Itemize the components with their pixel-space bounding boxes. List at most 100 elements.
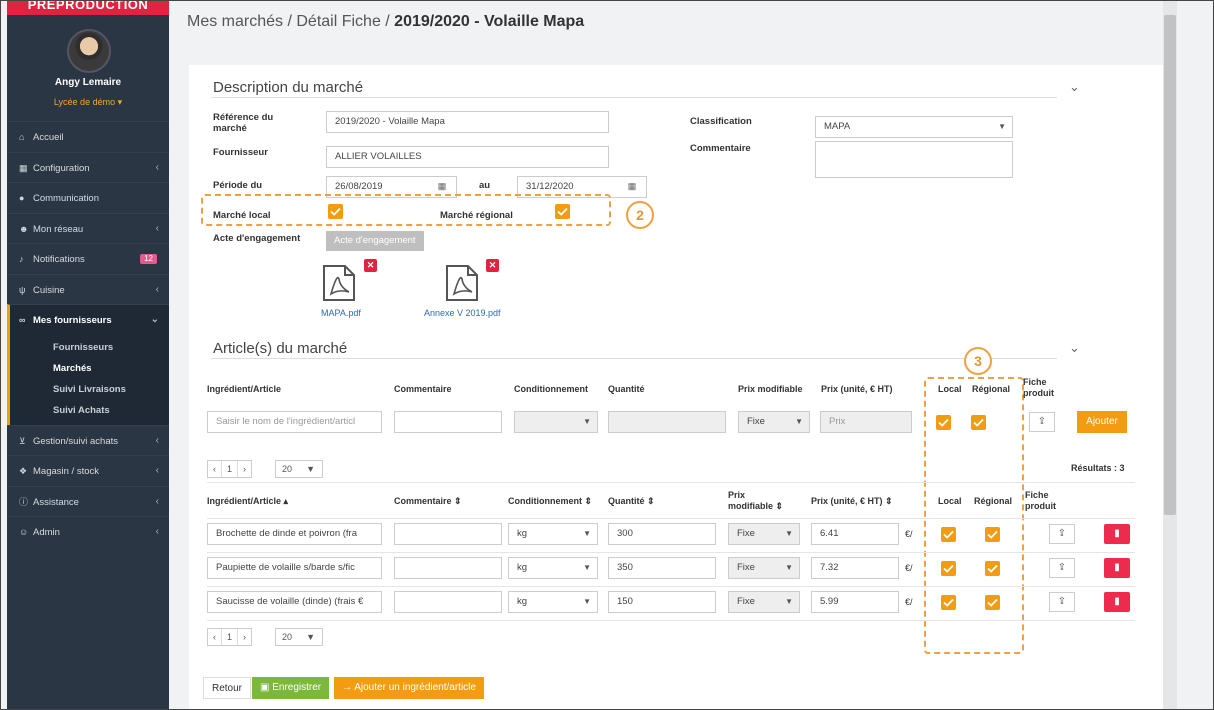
- row-local-checkbox[interactable]: [941, 527, 956, 542]
- upload-icon[interactable]: ⇪: [1029, 412, 1055, 432]
- save-button[interactable]: ▣ Enregistrer: [252, 677, 330, 699]
- pdf-file-name[interactable]: Annexe V 2019.pdf: [424, 308, 501, 318]
- school-dropdown[interactable]: Lycée de démo ▾: [7, 97, 169, 108]
- row-regional-checkbox[interactable]: [985, 527, 1000, 542]
- row-local-checkbox[interactable]: [941, 595, 956, 610]
- calendar-icon[interactable]: ▦: [619, 176, 645, 198]
- row-packaging-select[interactable]: kg ▼: [508, 591, 598, 613]
- sidebar-subitem-suivi-livraisons[interactable]: Suivi Livraisons: [10, 379, 169, 400]
- sidebar-item-configuration[interactable]: ▦ Configuration ‹: [7, 151, 169, 183]
- chevron-down-icon[interactable]: ⌄: [1069, 79, 1080, 95]
- sidebar-item-mon-r-seau[interactable]: ☻ Mon réseau ‹: [7, 212, 169, 244]
- breadcrumb-path[interactable]: Mes marchés / Détail Fiche /: [187, 13, 394, 30]
- bank-icon: ▦: [19, 162, 28, 173]
- engagement-button[interactable]: Acte d'engagement: [326, 231, 424, 251]
- row-packaging-select[interactable]: kg ▼: [508, 557, 598, 579]
- sidebar-subitem-fournisseurs[interactable]: Fournisseurs: [10, 337, 169, 358]
- new-price-mode-select[interactable]: Fixe ▼: [738, 411, 810, 433]
- row-comment-input[interactable]: [394, 557, 502, 579]
- upload-icon[interactable]: ⇪: [1049, 524, 1075, 544]
- comment-textarea[interactable]: [815, 141, 1013, 178]
- upload-icon[interactable]: ⇪: [1049, 558, 1075, 578]
- sidebar-item-notifications[interactable]: ♪ Notifications 12: [7, 243, 169, 274]
- new-local-checkbox[interactable]: [936, 415, 951, 430]
- row-packaging-select[interactable]: kg ▼: [508, 523, 598, 545]
- page-number[interactable]: 1: [222, 461, 239, 477]
- th-price-modifiable-2[interactable]: modifiable ⇕: [728, 501, 783, 512]
- pdf-file-icon[interactable]: [321, 265, 357, 301]
- row-ingredient-input[interactable]: Paupiette de volaille s/barde s/fic: [207, 557, 382, 579]
- user-name[interactable]: Angy Lemaire: [7, 77, 169, 88]
- classification-label: Classification: [690, 116, 752, 127]
- th-ingredient[interactable]: Ingrédient/Article ▴: [207, 496, 288, 507]
- th-quantity[interactable]: Quantité ⇕: [608, 496, 655, 507]
- pdf-file-name[interactable]: MAPA.pdf: [321, 308, 361, 318]
- prev-page-button[interactable]: ‹: [208, 629, 222, 645]
- chevron-down-icon[interactable]: ⌄: [1069, 340, 1080, 356]
- sidebar-item-communication[interactable]: ● Communication: [7, 182, 169, 213]
- row-regional-checkbox[interactable]: [985, 595, 1000, 610]
- row-ingredient-input[interactable]: Brochette de dinde et poivron (fra: [207, 523, 382, 545]
- row-quantity-input[interactable]: 350: [608, 557, 716, 579]
- sidebar-subitem-march-s[interactable]: Marchés: [10, 358, 169, 379]
- new-price-input[interactable]: Prix: [820, 411, 912, 433]
- back-button[interactable]: Retour: [203, 677, 252, 699]
- add-article-button[interactable]: → Ajouter un ingrédient/article: [334, 677, 484, 699]
- row-ingredient-input[interactable]: Saucisse de volaille (dinde) (frais €: [207, 591, 382, 613]
- pagination[interactable]: ‹ 1 ›: [207, 460, 253, 478]
- add-button[interactable]: Ajouter: [1077, 411, 1127, 433]
- sidebar-item-gestion-suivi-achats[interactable]: ⊻ Gestion/suivi achats ‹: [7, 424, 169, 456]
- new-packaging-select[interactable]: ▼: [514, 411, 598, 433]
- per-page-select[interactable]: 20 ▼: [275, 460, 323, 478]
- pagination[interactable]: ‹ 1 ›: [207, 628, 253, 646]
- delete-file-icon[interactable]: ✕: [486, 259, 499, 272]
- sidebar-subitem-suivi-achats[interactable]: Suivi Achats: [10, 400, 169, 421]
- sidebar-item-magasin-stock[interactable]: ❖ Magasin / stock ‹: [7, 455, 169, 486]
- upload-icon[interactable]: ⇪: [1049, 592, 1075, 612]
- sidebar-item-admin[interactable]: ☺ Admin ‹: [7, 516, 169, 547]
- next-page-button[interactable]: ›: [238, 629, 251, 645]
- trash-icon[interactable]: ▮: [1104, 524, 1130, 544]
- new-comment-input[interactable]: [394, 411, 502, 433]
- trash-icon[interactable]: ▮: [1104, 558, 1130, 578]
- th-price-modifiable-1[interactable]: Prix: [728, 490, 745, 501]
- row-local-checkbox[interactable]: [941, 561, 956, 576]
- sidebar-item-assistance[interactable]: ⓘ Assistance ‹: [7, 485, 169, 517]
- th-packaging[interactable]: Conditionnement ⇕: [508, 496, 592, 507]
- row-comment-input[interactable]: [394, 523, 502, 545]
- results-count: Résultats : 3: [1071, 463, 1125, 473]
- th-comment[interactable]: Commentaire ⇕: [394, 496, 462, 507]
- classification-select[interactable]: MAPA ▼: [815, 116, 1013, 138]
- row-regional-checkbox[interactable]: [985, 561, 1000, 576]
- chevron-down-icon: ▼: [583, 417, 591, 426]
- new-ingredient-input[interactable]: Saisir le nom de l'ingrédient/articl: [207, 411, 382, 433]
- row-price-input[interactable]: 5.99: [811, 591, 899, 613]
- sidebar-item-accueil[interactable]: ⌂ Accueil: [7, 121, 169, 152]
- prev-page-button[interactable]: ‹: [208, 461, 222, 477]
- pdf-file-icon[interactable]: [444, 265, 480, 301]
- row-price-mode-select[interactable]: Fixe ▼: [728, 557, 800, 579]
- new-quantity-input[interactable]: [608, 411, 726, 433]
- row-comment-input[interactable]: [394, 591, 502, 613]
- new-regional-checkbox[interactable]: [971, 415, 986, 430]
- th-price[interactable]: Prix (unité, € HT) ⇕: [811, 496, 893, 507]
- reference-input[interactable]: 2019/2020 - Volaille Mapa: [326, 111, 609, 133]
- delete-file-icon[interactable]: ✕: [364, 259, 377, 272]
- trash-icon[interactable]: ▮: [1104, 592, 1130, 612]
- per-page-select[interactable]: 20 ▼: [275, 628, 323, 646]
- row-quantity-input[interactable]: 300: [608, 523, 716, 545]
- supplier-input[interactable]: ALLIER VOLAILLES: [326, 146, 609, 168]
- chevron-down-icon: ▼: [583, 529, 591, 538]
- row-price-mode-select[interactable]: Fixe ▼: [728, 523, 800, 545]
- page-number[interactable]: 1: [222, 629, 239, 645]
- sidebar-item-cuisine[interactable]: ψ Cuisine ‹: [7, 273, 169, 305]
- row-price-input[interactable]: 6.41: [811, 523, 899, 545]
- sidebar-item-mes-fournisseurs[interactable]: ∞ Mes fournisseurs ⌄: [7, 304, 169, 335]
- next-page-button[interactable]: ›: [238, 461, 251, 477]
- scrollbar-thumb[interactable]: [1164, 15, 1176, 515]
- row-price-input[interactable]: 7.32: [811, 557, 899, 579]
- avatar[interactable]: [67, 29, 111, 73]
- row-price-mode-select[interactable]: Fixe ▼: [728, 591, 800, 613]
- row-quantity-input[interactable]: 150: [608, 591, 716, 613]
- header-price: Prix (unité, € HT): [821, 384, 893, 394]
